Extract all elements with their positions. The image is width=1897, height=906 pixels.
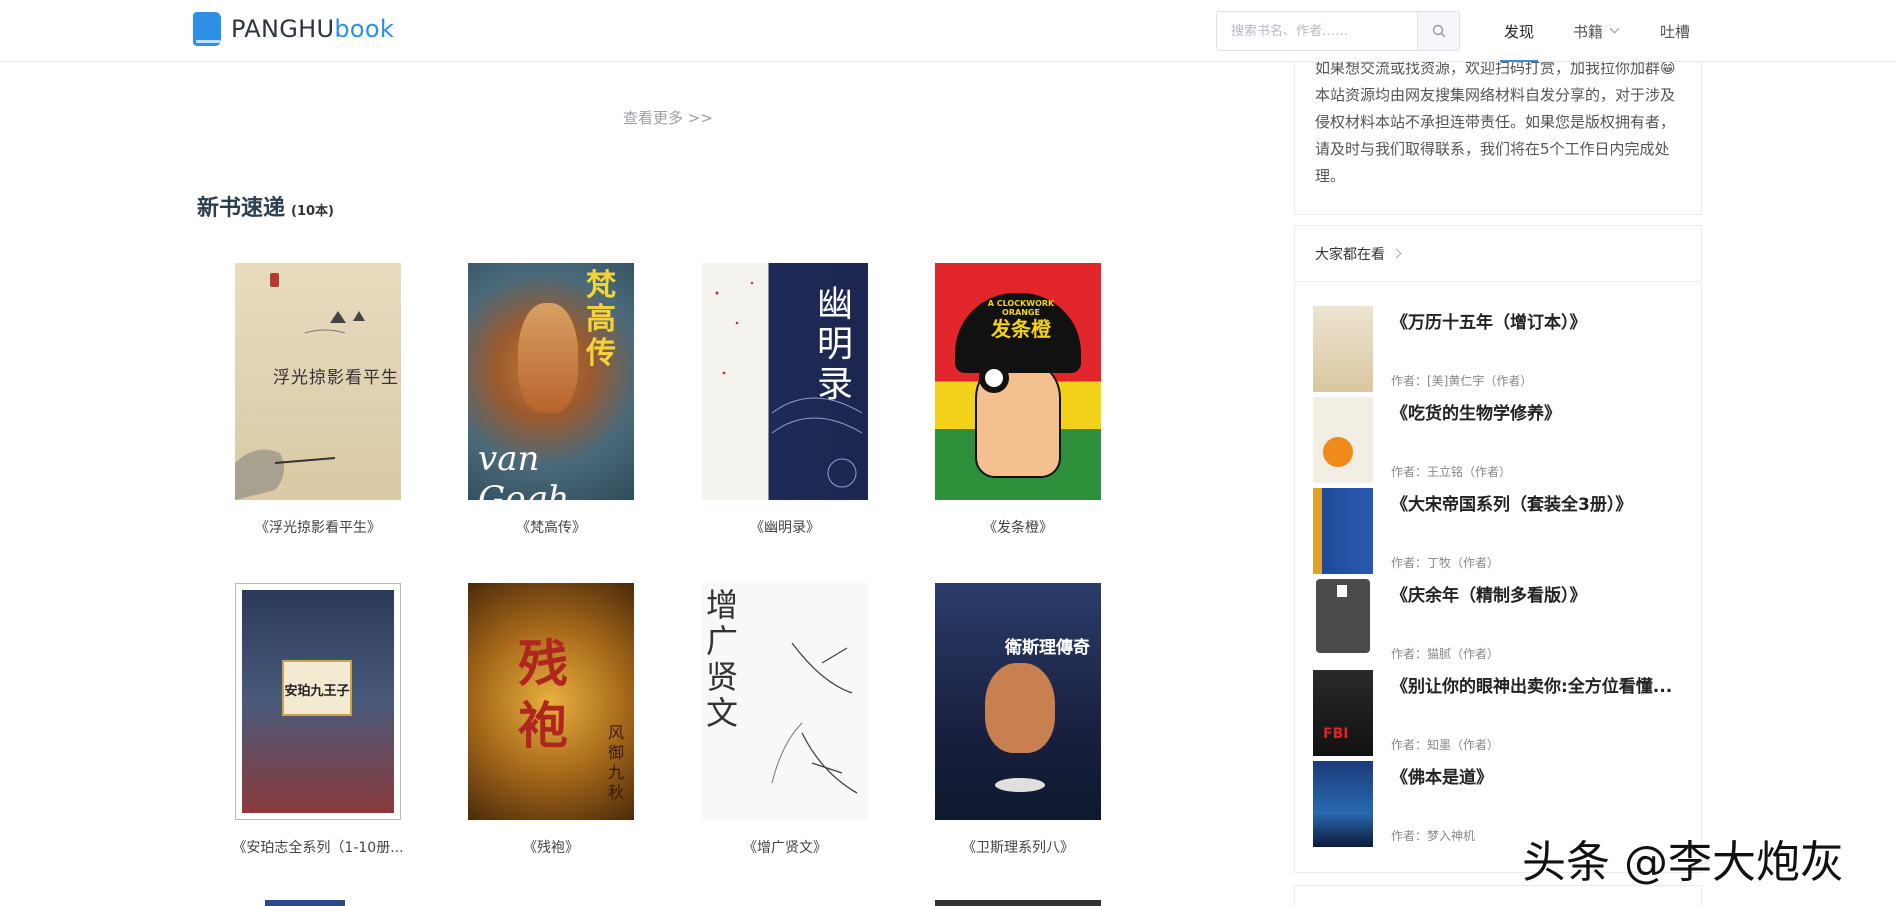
popular-item-title: 《庆余年（精制多看版）》 bbox=[1391, 586, 1587, 606]
popular-item-thumbnail bbox=[1313, 397, 1373, 483]
section-count: (10本) bbox=[291, 204, 334, 219]
book-title: 《发条橙》 bbox=[983, 520, 1053, 536]
cover-subtitle: van Gogh bbox=[478, 439, 570, 500]
popular-item[interactable]: 《万历十五年（增订本）》 作者：[美]黄仁宇（作者） bbox=[1313, 306, 1683, 394]
section-title-new-books: 新书速递 (10本) bbox=[197, 190, 334, 222]
book-card[interactable]: 增广贤文 《增广贤文》 bbox=[702, 583, 868, 856]
book-card[interactable]: 安珀九王子 《安珀志全系列（1-10册... bbox=[232, 583, 404, 856]
book-cover: A CLOCKWORK ORANGE 发条橙 bbox=[935, 263, 1101, 500]
popular-item[interactable]: 《吃货的生物学修养》 作者：王立铭（作者） bbox=[1313, 397, 1683, 485]
book-cover: 幽明录 bbox=[702, 263, 868, 500]
nav-discover-label: 发现 bbox=[1504, 22, 1535, 41]
book-cover: 残袍 风御九秋 bbox=[468, 583, 634, 820]
chevron-down-icon bbox=[1609, 23, 1620, 34]
popular-item-author: 作者：王立铭（作者） bbox=[1391, 465, 1512, 479]
nav-books-label: 书籍 bbox=[1573, 22, 1604, 41]
popular-heading[interactable]: 大家都在看 bbox=[1295, 226, 1701, 282]
logo-text-main: PANGHU bbox=[231, 15, 335, 43]
notice-line: 本站资源均由网友搜集网络材料自发分享的，对于涉及 bbox=[1315, 86, 1676, 104]
cover-title: 衛斯理傳奇 bbox=[1005, 638, 1090, 658]
popular-item[interactable]: 《庆余年（精制多看版）》 作者：猫腻（作者） bbox=[1313, 579, 1683, 667]
popular-item-title: 《大宋帝国系列（套装全3册）》 bbox=[1391, 495, 1633, 515]
book-title: 《梵高传》 bbox=[516, 520, 586, 536]
cover-title: 梵高传 bbox=[586, 268, 616, 371]
logo-text-accent: book bbox=[334, 15, 395, 43]
search-input[interactable] bbox=[1217, 12, 1417, 50]
book-card[interactable]: 衛斯理傳奇 《卫斯理系列八》 bbox=[935, 583, 1101, 856]
popular-item-author: 作者：丁牧（作者） bbox=[1391, 556, 1500, 570]
popular-item-author: 作者：知墨（作者） bbox=[1391, 738, 1500, 752]
notice-box: 如果想交流或找资源，欢迎扫码打赏，加我拉你加群😁 本站资源均由网友搜集网络材料自… bbox=[1294, 40, 1702, 215]
nav-complaints[interactable]: 吐槽 bbox=[1660, 0, 1690, 62]
book-cover: 浮光掠影看平生 bbox=[235, 263, 401, 500]
book-cover: 衛斯理傳奇 bbox=[935, 583, 1101, 820]
book-cover: 增广贤文 bbox=[702, 583, 868, 820]
popular-item-title: 《别让你的眼神出卖你:全方位看懂... bbox=[1391, 677, 1673, 697]
popular-item-title: 《佛本是道》 bbox=[1391, 768, 1493, 788]
nav-complaints-label: 吐槽 bbox=[1660, 22, 1691, 41]
popular-item-author: 作者：[美]黄仁宇（作者） bbox=[1391, 374, 1533, 388]
popular-item-title: 《万历十五年（增订本）》 bbox=[1391, 313, 1587, 333]
top-header: PANGHUbook 发现 书籍 吐槽 bbox=[0, 0, 1897, 62]
popular-item-thumbnail: FBI bbox=[1313, 670, 1373, 756]
notice-line: 理。 bbox=[1315, 167, 1346, 185]
popular-item-thumbnail bbox=[1313, 579, 1373, 665]
book-title: 《卫斯理系列八》 bbox=[962, 840, 1074, 856]
nav-discover[interactable]: 发现 bbox=[1499, 0, 1539, 62]
popular-heading-label: 大家都在看 bbox=[1315, 246, 1385, 263]
popular-item-author: 作者：猫腻（作者） bbox=[1391, 647, 1500, 661]
popular-books-panel: 大家都在看 《万历十五年（增订本）》 作者：[美]黄仁宇（作者） 《吃货的生物学… bbox=[1294, 225, 1702, 873]
cover-title: 发条橙 bbox=[991, 317, 1051, 341]
popular-item-title: 《吃货的生物学修养》 bbox=[1391, 404, 1561, 424]
book-cover-partial bbox=[935, 900, 1101, 906]
notice-line: 侵权材料本站不承担连带责任。如果您是版权拥有者， bbox=[1315, 113, 1676, 131]
book-cover: 梵高传 van Gogh bbox=[468, 263, 634, 500]
book-cover: 安珀九王子 bbox=[235, 583, 401, 820]
popular-item[interactable]: 《大宋帝国系列（套装全3册）》 作者：丁牧（作者） bbox=[1313, 488, 1683, 576]
search-button[interactable] bbox=[1417, 12, 1459, 50]
book-title: 《安珀志全系列（1-10册... bbox=[232, 840, 404, 856]
popular-item-thumbnail bbox=[1313, 306, 1373, 392]
book-title: 《浮光掠影看平生》 bbox=[255, 520, 381, 536]
popular-item-author: 作者：梦入神机 bbox=[1391, 829, 1476, 843]
book-card[interactable]: 幽明录 《幽明录》 bbox=[702, 263, 868, 536]
book-title: 《幽明录》 bbox=[750, 520, 820, 536]
view-more-link[interactable]: 查看更多 >> bbox=[623, 107, 713, 128]
popular-item-thumbnail bbox=[1313, 761, 1373, 847]
cover-title: 浮光掠影看平生 bbox=[273, 368, 399, 388]
cover-title: 安珀九王子 bbox=[284, 684, 350, 699]
book-title: 《残袍》 bbox=[523, 840, 579, 856]
cover-author: 风御九秋 bbox=[608, 723, 625, 802]
book-card[interactable]: A CLOCKWORK ORANGE 发条橙 《发条橙》 bbox=[935, 263, 1101, 536]
book-card[interactable]: 梵高传 van Gogh 《梵高传》 bbox=[468, 263, 634, 536]
popular-item-thumbnail bbox=[1313, 488, 1373, 574]
site-logo[interactable]: PANGHUbook bbox=[193, 12, 394, 46]
search-box bbox=[1216, 11, 1460, 51]
popular-item[interactable]: FBI 《别让你的眼神出卖你:全方位看懂... 作者：知墨（作者） bbox=[1313, 670, 1683, 758]
cover-title: 增广贤文 bbox=[706, 586, 739, 732]
book-card[interactable]: 浮光掠影看平生 《浮光掠影看平生》 bbox=[235, 263, 401, 536]
book-card[interactable]: 残袍 风御九秋 《残袍》 bbox=[468, 583, 634, 856]
search-icon bbox=[1432, 24, 1445, 38]
section-title-text: 新书速递 bbox=[197, 196, 286, 221]
notice-line: 请及时与我们取得联系，我们将在5个工作日内完成处 bbox=[1315, 140, 1670, 158]
book-cover-partial bbox=[265, 900, 345, 906]
book-title: 《增广贤文》 bbox=[743, 840, 827, 856]
nav-books[interactable]: 书籍 bbox=[1573, 0, 1620, 62]
book-logo-icon bbox=[193, 12, 221, 46]
watermark-text: 头条 @李大炮灰 bbox=[1522, 837, 1844, 888]
cover-title: 残袍 bbox=[518, 635, 568, 755]
cover-title: 幽明录 bbox=[817, 284, 854, 405]
chevron-right-icon bbox=[1391, 248, 1402, 259]
